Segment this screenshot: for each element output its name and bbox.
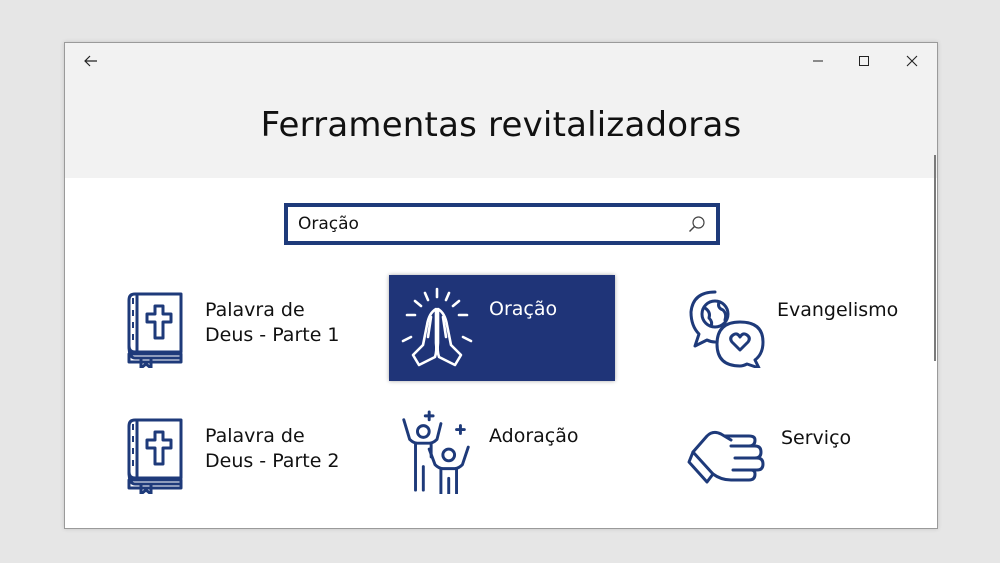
tile-label: Palavra de Deus - Parte 2 [205,425,340,472]
title-bar: Ferramentas revitalizadoras [65,43,937,178]
bible-icon [127,292,183,368]
tile-label: Adoração [489,425,579,447]
app-window: Ferramentas revitalizadoras Palavra de D… [64,42,938,529]
speech-bubbles-globe-heart-icon [689,290,765,368]
arrow-left-icon [84,55,97,67]
tile-label: Serviço [781,427,852,449]
tile-oracao[interactable]: Oração [389,275,615,381]
tile-label: Palavra de Deus - Parte 1 [205,299,340,346]
minimize-icon [813,60,823,62]
tile-label: Evangelismo [777,299,899,321]
praying-hands-icon [401,287,473,367]
maximize-button[interactable] [841,47,887,75]
tile-palavra-de-deus-1[interactable]: Palavra de Deus - Parte 1 [109,278,340,384]
page-title: Ferramentas revitalizadoras [260,105,742,145]
minimize-button[interactable] [795,47,841,75]
tile-servico[interactable]: Serviço [677,404,903,510]
vertical-scrollbar[interactable] [934,155,936,361]
worship-people-icon [402,410,470,494]
close-icon [906,55,918,67]
search-input[interactable] [298,207,678,241]
tile-label: Oração [489,298,558,320]
back-button[interactable] [79,51,103,71]
maximize-icon [859,56,869,66]
tile-palavra-de-deus-2[interactable]: Palavra de Deus - Parte 2 [109,404,340,510]
bible-icon [127,418,183,494]
tile-adoracao[interactable]: Adoração [389,404,615,510]
close-button[interactable] [889,47,935,75]
tile-evangelismo[interactable]: Evangelismo [677,278,903,384]
helping-hand-icon [687,430,765,484]
search-icon[interactable] [688,215,706,233]
search-box[interactable] [284,203,720,245]
